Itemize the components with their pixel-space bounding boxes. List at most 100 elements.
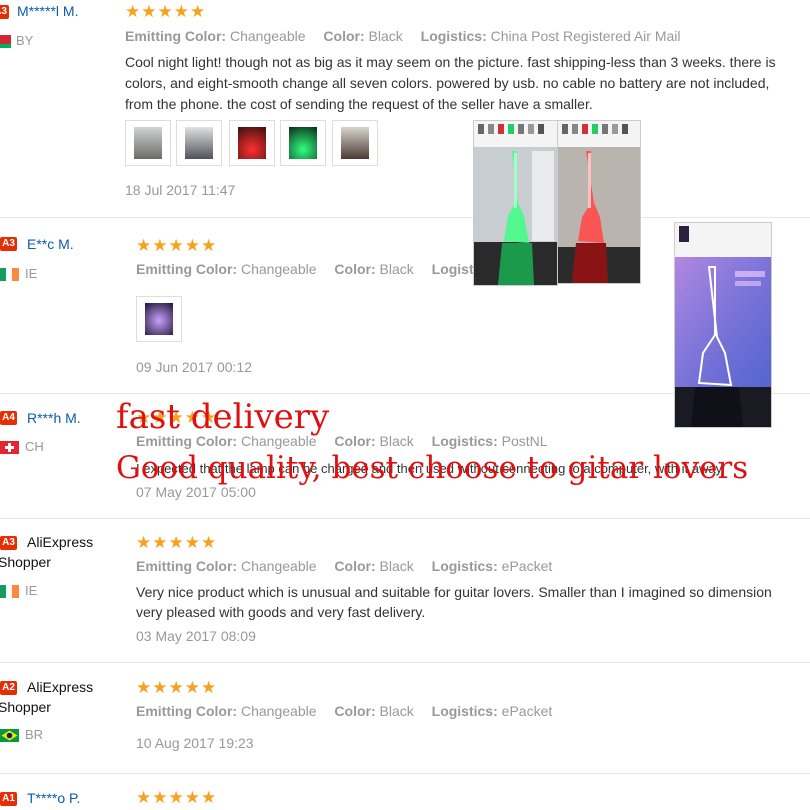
color-label: Color: [323,28,365,44]
color-value: Black [379,558,414,574]
rating-stars: ★ ★ ★ ★ ★ [136,534,216,551]
color-label: Color: [334,703,376,719]
star-icon: ★ [168,678,184,697]
review-photo-thumb[interactable] [280,120,326,166]
color-value: Black [379,261,414,277]
star-icon: ★ [157,2,173,21]
review-5: A2 AliExpress Shopper BR ★ ★ ★ ★ ★ Emitting … [0,663,810,774]
reviewer-name[interactable]: T****o P. [27,790,80,806]
star-icon: ★ [136,533,152,552]
star-icon: ★ [152,678,168,697]
review-text-line: from the phone. the cost of sending the … [125,96,593,112]
review-date: 07 May 2017 05:00 [136,484,256,500]
logistics-label: Logistics: [431,433,498,449]
star-icon: ★ [184,236,200,255]
star-icon: ★ [168,533,184,552]
review-text-line: very pleased with goods and very fast de… [136,604,426,620]
reviewer-name-line2: Shopper [0,699,51,715]
review-date: 10 Aug 2017 19:23 [136,735,254,751]
star-icon: ★ [201,788,217,807]
star-icon: ★ [152,788,168,807]
order-info: Emitting Color: Changeable Color: Black … [136,703,552,719]
star-icon: ★ [136,236,152,255]
lamp-photo-purple [674,222,772,428]
country-code: IE [25,583,38,598]
emitting-label: Emitting Color: [136,703,238,719]
logistics-value: ePacket [501,558,553,574]
order-info: Emitting Color: Changeable Color: Black … [136,261,485,277]
review-photo-thumb[interactable] [136,296,182,342]
flag-ie-icon [0,268,19,281]
star-icon: ★ [136,678,152,697]
logistics-label: Logistics: [420,28,487,44]
overlay-caption-2: Good quality, best choose to gitar lover… [116,450,749,486]
review-photo-thumb[interactable] [229,120,275,166]
emitting-value: Changeable [241,558,317,574]
star-icon: ★ [152,533,168,552]
emitting-value: Changeable [241,261,317,277]
level-badge: A4 [0,411,17,425]
order-info: Emitting Color: Changeable Color: Black … [125,28,681,44]
star-icon: ★ [168,236,184,255]
color-value: Black [368,28,403,44]
star-icon: ★ [201,236,217,255]
emitting-value: Changeable [241,703,317,719]
flag-ie-icon [0,585,19,598]
star-icon: ★ [184,533,200,552]
emitting-label: Emitting Color: [136,261,238,277]
color-label: Color: [334,261,376,277]
logistics-value: China Post Registered Air Mail [490,28,681,44]
reviewer-name-line2: Shopper [0,554,51,570]
star-icon: ★ [190,2,206,21]
logistics-value: ePacket [501,703,553,719]
reviewer-name[interactable]: R***h M. [27,410,81,426]
star-icon: ★ [201,678,217,697]
star-icon: ★ [125,2,141,21]
rating-stars: ★ ★ ★ ★ ★ [125,3,205,20]
country-code: CH [25,439,44,454]
lamp-photo-green [473,120,558,286]
overlay-caption-1: fast delivery [116,397,330,437]
rating-stars: ★ ★ ★ ★ ★ [136,789,216,806]
emitting-label: Emitting Color: [136,558,238,574]
emitting-value: Changeable [230,28,306,44]
level-badge: A1 [0,792,17,806]
reviewer-name[interactable]: M*****l M. [17,3,78,19]
color-label: Color: [334,433,376,449]
country-code: BY [16,33,34,48]
review-1: A3 M*****l M. BY ★★★★★ Emitting Color: C… [0,0,810,218]
color-value: Black [379,703,414,719]
country-code: BR [25,727,44,742]
star-icon: ★ [173,2,189,21]
level-badge: A3 [0,5,9,19]
flag-ch-icon [0,441,19,454]
star-icon: ★ [152,236,168,255]
reviewer-name: AliExpress [27,534,94,550]
review-date: 18 Jul 2017 11:47 [125,182,236,198]
level-badge: A3 [0,237,17,251]
reviewer-name[interactable]: E**c M. [27,236,74,252]
star-icon: ★ [201,533,217,552]
review-photo-thumb[interactable] [176,120,222,166]
star-icon: ★ [141,2,157,21]
level-badge: A2 [0,681,17,695]
flag-by-icon [0,35,11,48]
star-icon: ★ [184,788,200,807]
star-icon: ★ [184,678,200,697]
level-badge: A3 [0,536,17,550]
review-date: 09 Jun 2017 00:12 [136,359,252,375]
logistics-label: Logistics: [431,558,498,574]
order-info: Emitting Color: Changeable Color: Black … [136,558,552,574]
star-icon: ★ [168,788,184,807]
reviewer-name: AliExpress [27,679,94,695]
logistics-value: PostNL [501,433,548,449]
review-text-line: Very nice product which is unusual and s… [136,584,772,600]
logistics-label: Logistics: [431,703,498,719]
rating-stars: ★ ★ ★ ★ ★ [136,237,216,254]
review-photo-thumb[interactable] [125,120,171,166]
star-icon: ★ [136,788,152,807]
review-4: A3 AliExpress Shopper IE ★ ★ ★ ★ ★ Emitting … [0,519,810,663]
color-label: Color: [334,558,376,574]
review-photo-thumb[interactable] [332,120,378,166]
color-value: Black [379,433,414,449]
